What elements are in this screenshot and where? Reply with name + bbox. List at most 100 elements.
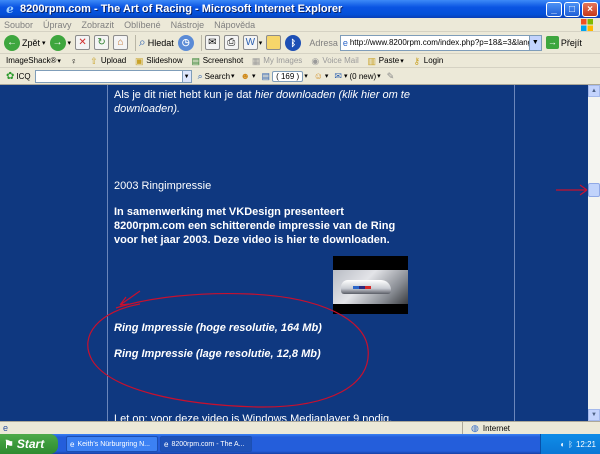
stop-icon: ✕ bbox=[75, 35, 91, 50]
system-tray: ◐ ᛒ 12:21 bbox=[540, 434, 600, 454]
slideshow-label: Slideshow bbox=[146, 56, 183, 65]
mail-button[interactable]: ✉ bbox=[204, 35, 220, 50]
vertical-scrollbar[interactable]: ▲ ▼ bbox=[588, 85, 600, 421]
icq-tool-button[interactable]: ✎ bbox=[387, 71, 397, 82]
scroll-up-button[interactable]: ▲ bbox=[588, 85, 600, 97]
minimize-button[interactable]: _ bbox=[546, 1, 562, 17]
column-divider bbox=[107, 85, 108, 421]
my-images-label: My Images bbox=[263, 56, 303, 65]
scroll-down-button[interactable]: ▼ bbox=[588, 409, 600, 421]
scroll-thumb[interactable] bbox=[588, 183, 600, 197]
go-arrow-icon: → bbox=[545, 36, 559, 49]
back-button[interactable]: ← Zpět ▾ bbox=[4, 34, 46, 51]
menu-file[interactable]: Soubor bbox=[4, 20, 33, 30]
screenshot-button[interactable]: ▤ Screenshot bbox=[191, 56, 243, 66]
voice-mail-button[interactable]: ◉ Voice Mail bbox=[310, 56, 358, 66]
tray-bluetooth-icon[interactable]: ᛒ bbox=[568, 440, 573, 449]
window-title: 8200rpm.com - The Art of Racing - Micros… bbox=[20, 3, 343, 15]
chevron-down-icon: ▾ bbox=[67, 39, 72, 47]
login-label: Login bbox=[423, 56, 444, 65]
paste-button[interactable]: ▥ Paste ▾ bbox=[367, 56, 404, 66]
zone-label: Internet bbox=[482, 423, 510, 433]
upload-button[interactable]: ⇧ Upload bbox=[89, 56, 126, 66]
icq-mail-button[interactable]: ✉ ▾ (0 new) ▾ bbox=[334, 71, 380, 82]
clock[interactable]: 12:21 bbox=[576, 440, 596, 449]
search-label: Hledat bbox=[147, 37, 174, 48]
home-button[interactable]: ⌂ bbox=[113, 35, 129, 50]
taskbar-item-8200rpm[interactable]: e 8200rpm.com - The A... bbox=[160, 436, 252, 452]
address-input[interactable]: e http://www.8200rpm.com/index.php?p=18&… bbox=[339, 34, 530, 51]
chevron-down-icon: ▾ bbox=[377, 73, 381, 80]
chevron-down-icon: ▾ bbox=[258, 39, 263, 47]
taskbar: ⚑ Start e Keith's Nürburgring N... e 820… bbox=[0, 434, 600, 454]
chevron-down-icon: ▾ bbox=[231, 73, 235, 80]
forward-button[interactable]: → ▾ bbox=[49, 34, 72, 51]
navigation-toolbar: ← Zpět ▾ → ▾ ✕ ↻ ⌂ ⌕ Hledat ◷ ✉ ⎙ W ▾ ᛒ A… bbox=[0, 32, 600, 54]
page-icon: e bbox=[342, 37, 348, 48]
address-dropdown[interactable]: ▼ bbox=[529, 34, 542, 51]
address-label: Adresa bbox=[309, 37, 338, 48]
bluetooth-button[interactable]: ᛒ bbox=[285, 34, 302, 51]
icq-search-button[interactable]: ⌕ Search ▾ bbox=[198, 71, 235, 82]
print-icon: ⎙ bbox=[223, 35, 239, 50]
column-divider bbox=[514, 85, 515, 421]
upload-icon: ⇧ bbox=[90, 55, 98, 66]
icq-menu[interactable]: ✿ ICQ bbox=[6, 71, 31, 82]
close-button[interactable]: × bbox=[582, 1, 598, 17]
icq-search-dropdown[interactable]: ▼ bbox=[182, 69, 192, 83]
imageshack-toolbar: ImageShack® ▾ ♀ ⇧ Upload ▣ Slideshow ▤ Scree… bbox=[0, 54, 600, 68]
menu-help[interactable]: Nápověda bbox=[214, 20, 255, 30]
download-high-res-link[interactable]: Ring Impressie (hoge resolutie, 164 Mb) bbox=[114, 322, 322, 334]
my-images-button[interactable]: ▦ My Images bbox=[251, 56, 302, 66]
folder-button[interactable] bbox=[266, 35, 282, 50]
menu-favorites[interactable]: Oblíbené bbox=[124, 20, 161, 30]
maximize-button[interactable]: □ bbox=[564, 1, 580, 17]
search-icon: ⌕ bbox=[139, 35, 146, 49]
history-button[interactable]: ◷ bbox=[177, 34, 194, 51]
taskbar-item-label: 8200rpm.com - The A... bbox=[171, 440, 245, 448]
search-button[interactable]: ⌕ Hledat bbox=[139, 35, 174, 50]
go-button[interactable]: → Přejít bbox=[545, 36, 582, 49]
download-low-res-link[interactable]: Ring Impressie (lage resolutie, 12,8 Mb) bbox=[114, 348, 321, 360]
pin-button[interactable]: ♀ bbox=[69, 56, 81, 66]
mail-icon: ✉ bbox=[204, 35, 220, 50]
tray-network-icon[interactable]: ◐ bbox=[560, 440, 565, 449]
back-label: Zpět bbox=[22, 37, 41, 48]
menu-edit[interactable]: Úpravy bbox=[43, 20, 72, 30]
chevron-down-icon: ▾ bbox=[304, 73, 308, 80]
cut-off-paragraph: Let op: voor deze video is Windows Media… bbox=[114, 413, 393, 421]
start-label: Start bbox=[16, 437, 45, 451]
login-button[interactable]: ⚷ Login bbox=[412, 56, 444, 66]
paragraph-text: Als je dit niet hebt kun je dat bbox=[114, 89, 255, 101]
icq-status-button[interactable]: ☺ ▾ bbox=[314, 71, 329, 81]
go-label: Přejít bbox=[560, 37, 582, 48]
mail-icon: ✉ bbox=[334, 70, 342, 81]
forward-arrow-icon: → bbox=[49, 34, 66, 51]
slideshow-button[interactable]: ▣ Slideshow bbox=[134, 56, 183, 66]
print-button[interactable]: ⎙ bbox=[223, 35, 239, 50]
ie-icon: e bbox=[164, 439, 169, 449]
page-viewport: Als je dit niet hebt kun je dat hier dow… bbox=[0, 85, 588, 421]
annotation-arrow bbox=[119, 290, 141, 306]
stop-button[interactable]: ✕ bbox=[75, 35, 91, 50]
imageshack-menu[interactable]: ImageShack® ▾ bbox=[6, 56, 61, 65]
video-thumbnail[interactable] bbox=[333, 256, 408, 314]
start-button[interactable]: ⚑ Start bbox=[0, 434, 58, 454]
menu-tools[interactable]: Nástroje bbox=[171, 20, 205, 30]
pin-icon: ♀ bbox=[70, 55, 78, 66]
icq-search-input[interactable] bbox=[34, 69, 183, 83]
annotation-arrow-right bbox=[556, 184, 588, 196]
ie-icon: e bbox=[6, 2, 14, 16]
globe-icon: ◍ bbox=[471, 422, 479, 433]
edit-button[interactable]: W ▾ bbox=[242, 35, 263, 50]
icq-highlight-button[interactable]: ☻ ▾ bbox=[241, 71, 256, 81]
taskbar-item-nurburgring[interactable]: e Keith's Nürburgring N... bbox=[66, 436, 158, 452]
home-icon: ⌂ bbox=[113, 35, 129, 50]
icq-counter-button[interactable]: ▤( 169 ) ▾ bbox=[261, 70, 308, 82]
menu-view[interactable]: Zobrazit bbox=[82, 20, 115, 30]
refresh-button[interactable]: ↻ bbox=[94, 35, 110, 50]
counter-icon: ▤ bbox=[261, 70, 271, 81]
icq-toolbar: ✿ ICQ ▼ ⌕ Search ▾ ☻ ▾ ▤( 169 ) ▾ ☺ ▾ ✉ ▾ (0 new… bbox=[0, 68, 600, 85]
section-heading: 2003 Ringimpressie bbox=[114, 180, 212, 192]
status-text: e bbox=[0, 423, 462, 433]
